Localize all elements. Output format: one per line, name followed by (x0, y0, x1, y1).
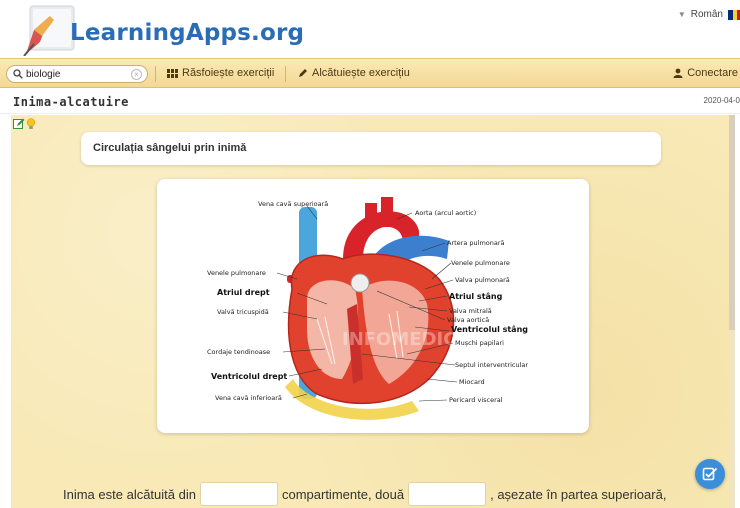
label-ventricolul-drept: Ventricolul drept (211, 372, 287, 381)
search-input[interactable] (26, 68, 126, 80)
nav-divider (155, 66, 156, 82)
nav-divider (285, 66, 286, 82)
label-valva-tricuspida: Valvă tricuspidă (217, 308, 269, 316)
aorta-branch-2 (381, 197, 393, 227)
browse-exercises-label: Răsfoiește exerciții (182, 67, 275, 79)
site-logo[interactable]: LearningApps.org (20, 4, 304, 57)
page-title-row: Inima-alcatuire 2020-04-0 (0, 88, 740, 114)
label-ventricolul-stang: Ventricolul stâng (451, 325, 528, 334)
label-valva-mitrala: Valva mitrală (449, 307, 492, 315)
label-atriul-stang: Atriul stâng (449, 292, 503, 301)
heart-anatomy-image: INFOMEDIC Vena cavă superioară Aorta (ar… (207, 197, 528, 420)
language-label: Român (690, 9, 723, 20)
sentence-part-1: Inima este alcătuită din (63, 486, 196, 502)
browse-exercises-link[interactable]: Răsfoiește exerciții (167, 67, 274, 79)
page-title: Inima-alcatuire (13, 95, 129, 109)
check-edit-icon (702, 467, 718, 481)
main-navbar: × Răsfoiește exerciții Alcătuiește exerc… (0, 58, 740, 88)
top-header: LearningApps.org ▼ Român (0, 0, 740, 58)
app-toolbar (13, 118, 36, 130)
create-exercise-link[interactable]: Alcătuiește exercițiu (298, 67, 410, 79)
search-box[interactable]: × (6, 65, 148, 83)
vertical-scrollbar[interactable] (729, 115, 735, 508)
question-title-box: Circulația sângelui prin inimă (81, 132, 661, 165)
question-title: Circulația sângelui prin inimă (93, 142, 247, 154)
aortic-valve-shape (350, 273, 370, 293)
exercise-app-area: Circulația sângelui prin inimă INFOMEDIC… (11, 115, 735, 508)
label-septul: Septul interventricular (455, 361, 528, 369)
search-icon (13, 69, 23, 79)
check-answers-button[interactable] (695, 459, 725, 489)
pencil-icon (299, 69, 307, 77)
fill-in-sentence: Inima este alcătuită din compartimente, … (63, 482, 666, 506)
label-miocard: Miocard (459, 378, 485, 386)
label-valva-pulmonara: Valva pulmonară (455, 276, 510, 284)
label-atriul-drept: Atriul drept (217, 288, 270, 297)
logo-text: LearningApps.org (70, 20, 305, 46)
label-artera-pulmonara: Artera pulmonară (447, 239, 505, 247)
sentence-part-2: compartimente, două (281, 486, 405, 502)
answer-blank-2[interactable] (408, 482, 487, 506)
answer-blank-1[interactable] (199, 482, 278, 506)
label-valva-aortica: Valva aortică (447, 316, 489, 324)
create-exercise-label: Alcătuiește exercițiu (312, 67, 410, 79)
label-cordaje-tendinoase: Cordaje tendinoase (207, 348, 270, 356)
lightbulb-icon[interactable] (26, 118, 36, 130)
grid-icon (167, 68, 178, 78)
language-selector[interactable]: ▼ Român (678, 9, 740, 20)
edit-app-icon[interactable] (13, 118, 25, 130)
label-muschi-papilari: Mușchi papilari (455, 339, 504, 347)
label-pericard-visceral: Pericard visceral (449, 396, 503, 404)
scrollbar-thumb[interactable] (729, 115, 735, 330)
heart-diagram-card: INFOMEDIC Vena cavă superioară Aorta (ar… (157, 179, 589, 433)
language-caret-icon: ▼ (677, 10, 686, 19)
watermark-text: INFOMEDIC (342, 329, 456, 350)
login-link[interactable]: Conectare (673, 67, 738, 79)
label-aorta: Aorta (arcul aortic) (415, 209, 476, 217)
label-vena-cava-sup: Vena cavă superioară (258, 200, 328, 208)
label-venele-pulmonare-right: Venele pulmonare (207, 269, 266, 277)
login-label: Conectare (687, 67, 738, 79)
label-venele-pulmonare-left: Venele pulmonare (451, 259, 510, 267)
page-date: 2020-04-0 (703, 96, 740, 105)
aorta-branch-1 (365, 203, 377, 229)
sentence-part-3: , așezate în partea superioară, (490, 486, 667, 502)
clear-search-icon[interactable]: × (131, 69, 142, 80)
label-vena-cava-inf: Vena cavă inferioară (215, 394, 282, 402)
user-icon (673, 68, 683, 78)
romania-flag-icon (728, 9, 740, 20)
